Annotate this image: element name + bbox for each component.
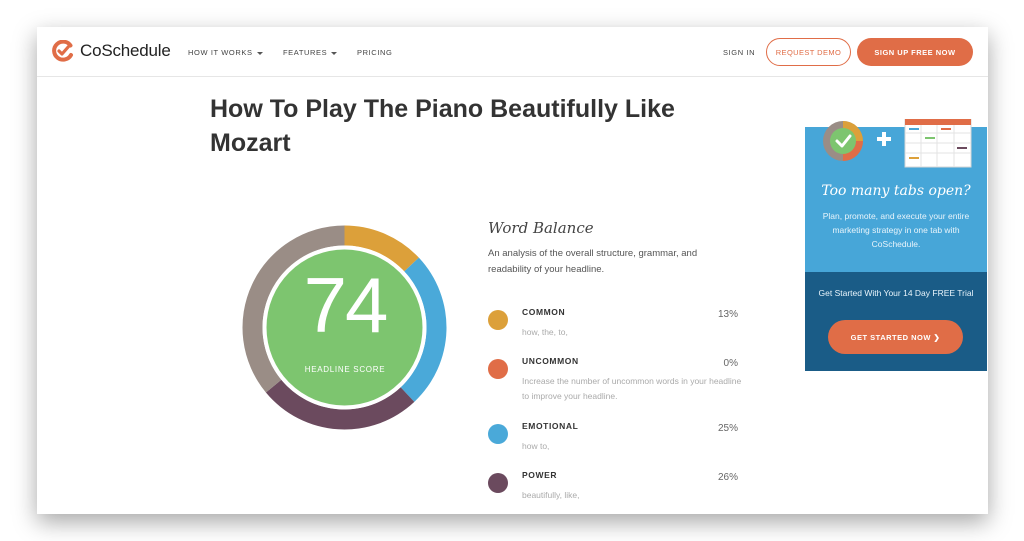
headline-score-value: 74 (303, 261, 389, 349)
category-percent: 26% (717, 472, 738, 483)
category-words: how to, (522, 441, 550, 451)
nav-pricing[interactable]: PRICING (357, 48, 392, 57)
nav-pricing-label: PRICING (357, 48, 393, 57)
emotional-dot-icon (488, 424, 508, 444)
coschedule-ad: Too many tabs open? Plan, promote, and e… (805, 119, 987, 371)
chevron-down-icon (331, 51, 338, 55)
sign-in-link[interactable]: SIGN IN (723, 48, 755, 57)
word-balance-description: An analysis of the overall structure, gr… (488, 248, 698, 275)
category-percent: 0% (723, 358, 738, 369)
category-name: POWER (522, 470, 558, 480)
request-demo-button[interactable]: REQUEST DEMO (766, 38, 851, 66)
top-navigation: CoSchedule HOW IT WORKS FEATURES PRICING… (37, 27, 988, 77)
headline-title: How To Play The Piano Beautifully Like M… (210, 95, 675, 157)
category-words: how, the, to, (522, 327, 568, 337)
common-dot-icon (488, 310, 508, 330)
ad-heading: Too many tabs open? (821, 183, 971, 199)
brand-logo[interactable]: CoSchedule (52, 40, 171, 62)
category-percent: 13% (717, 309, 738, 320)
get-started-button[interactable]: GET STARTED NOW ❯ (828, 320, 963, 354)
uncommon-dot-icon (488, 359, 508, 379)
nav-how-it-works[interactable]: HOW IT WORKS (188, 48, 263, 57)
chevron-down-icon (256, 51, 263, 55)
calendar-illustration-icon (823, 119, 972, 168)
category-words: beautifully, like, (522, 490, 580, 500)
category-name: COMMON (522, 307, 566, 317)
category-uncommon: UNCOMMON 0% Increase the number of uncom… (488, 356, 741, 416)
category-percent: 25% (717, 423, 738, 434)
category-name: EMOTIONAL (522, 421, 579, 431)
category-power: POWER 26% beautifully, like, (488, 470, 738, 510)
brand-name: CoSchedule (80, 41, 171, 60)
category-words: Increase the number of uncommon words in… (522, 376, 742, 401)
power-dot-icon (488, 473, 508, 493)
category-name: UNCOMMON (522, 356, 579, 366)
nav-how-it-works-label: HOW IT WORKS (188, 48, 253, 57)
word-balance-title: Word Balance (488, 219, 594, 237)
browser-frame: CoSchedule HOW IT WORKS FEATURES PRICING… (37, 27, 988, 514)
nav-features[interactable]: FEATURES (283, 48, 338, 57)
headline-score-label: HEADLINE SCORE (304, 365, 386, 374)
nav-features-label: FEATURES (283, 48, 328, 57)
ad-trial-text: Get Started With Your 14 Day FREE Trial (818, 288, 974, 298)
ad-body-text: Plan, promote, and execute your entire m… (822, 211, 970, 249)
sign-up-button[interactable]: SIGN UP FREE NOW (857, 38, 973, 66)
category-common: COMMON 13% how, the, to, (488, 307, 738, 347)
coschedule-logo-icon (52, 40, 73, 62)
category-emotional: EMOTIONAL 25% how to, (488, 421, 738, 461)
